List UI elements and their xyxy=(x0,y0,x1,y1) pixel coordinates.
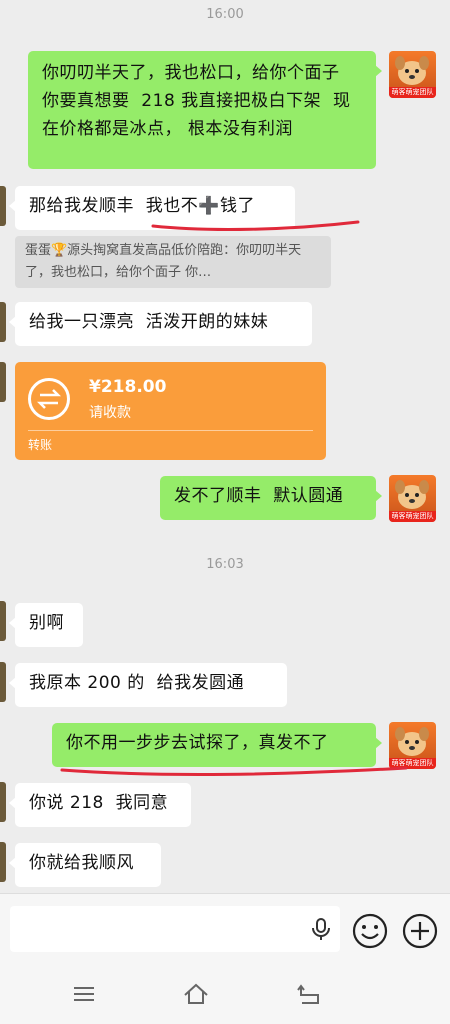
emoji-icon[interactable] xyxy=(352,913,388,949)
input-bar xyxy=(0,893,450,964)
menu-icon[interactable] xyxy=(72,985,96,1003)
microphone-icon[interactable] xyxy=(310,917,332,941)
system-nav-bar xyxy=(0,963,450,1024)
plus-circle-icon[interactable] xyxy=(402,913,438,949)
home-icon[interactable] xyxy=(182,982,210,1006)
message-input[interactable] xyxy=(10,906,340,952)
back-icon[interactable] xyxy=(296,983,322,1005)
red-underline xyxy=(151,220,360,231)
annotation-layer xyxy=(60,220,408,776)
red-underline xyxy=(60,766,408,776)
